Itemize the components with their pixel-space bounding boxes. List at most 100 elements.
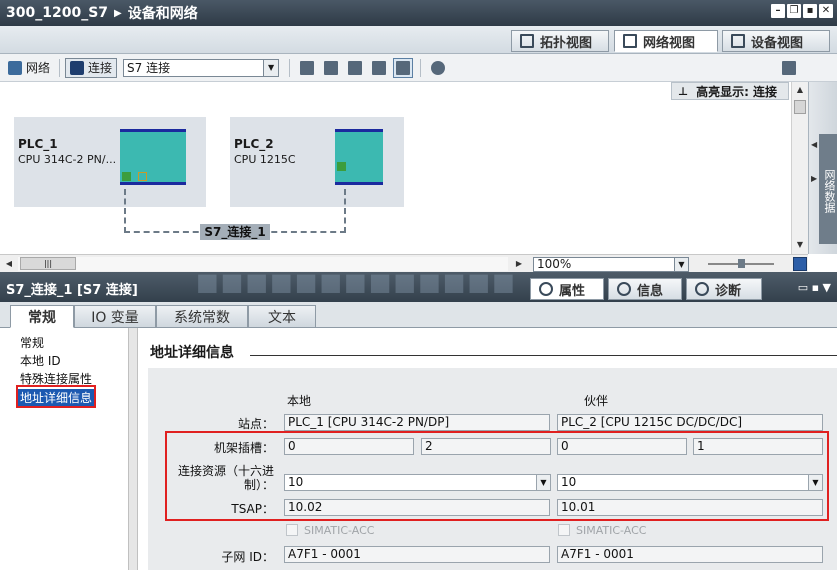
scroll-thumb[interactable]: |||	[20, 257, 76, 270]
breadcrumb-chevron-icon: ▶	[114, 7, 122, 19]
connection-mode-button[interactable]: 连接	[65, 57, 118, 78]
local-conn-resource-select[interactable]: 10 ▼	[284, 474, 551, 491]
rename-button[interactable]	[297, 58, 317, 78]
subtab-system-constants[interactable]: 系统常数	[156, 305, 248, 328]
local-conn-resource-value: 10	[288, 475, 304, 489]
nav-splitter[interactable]	[128, 328, 138, 570]
zoom-button[interactable]	[428, 58, 448, 78]
network-mode-label: 网络	[26, 61, 51, 75]
partner-slot-field[interactable]: 1	[693, 438, 823, 455]
float-button[interactable]: ▪	[803, 4, 817, 18]
expand-right-icon[interactable]: ▶	[811, 174, 817, 183]
tab-diagnostics[interactable]: 诊断	[686, 278, 762, 300]
project-name: 300_1200_S7	[6, 5, 109, 21]
nav-item-local-id[interactable]: 本地 ID	[20, 352, 61, 369]
subtab-general[interactable]: 常规	[10, 305, 74, 328]
partner-simatic-acc-checkbox[interactable]	[558, 524, 570, 536]
restore-button[interactable]: ❐	[787, 4, 801, 18]
network-mode-button[interactable]: 网络	[4, 58, 54, 78]
scroll-thumb[interactable]	[794, 100, 806, 114]
subtab-io-tags[interactable]: IO 变量	[74, 305, 156, 328]
rack-slot-label: 机架插槽：	[213, 441, 274, 455]
scroll-track[interactable]	[18, 257, 508, 271]
s7-connection-label[interactable]: S7_连接_1	[200, 224, 270, 240]
view-tabs: 拓扑视图 网络视图 设备视图	[0, 26, 837, 54]
column-header-partner: 伙伴	[584, 394, 609, 408]
overview-button[interactable]	[779, 58, 799, 78]
local-slot-field[interactable]: 2	[421, 438, 551, 455]
chevron-down-icon[interactable]: ▼	[263, 59, 279, 76]
info-icon	[617, 282, 631, 296]
column-header-local: 本地	[287, 394, 312, 408]
network-data-side-tab[interactable]: 网络数据	[819, 134, 837, 244]
tab-topology-view[interactable]: 拓扑视图	[511, 30, 609, 52]
chevron-down-icon[interactable]: ▼	[808, 475, 822, 490]
collapse-left-icon[interactable]: ◀	[811, 140, 817, 149]
connection-type-select[interactable]: S7 连接 ▼	[123, 58, 280, 77]
device-icon	[348, 60, 363, 75]
device-name: PLC_1	[18, 137, 58, 151]
inspector-window-controls-icon[interactable]: ▭ ▪ ▼	[798, 281, 831, 294]
partner-subnet-field: A7F1 - 0001	[557, 546, 823, 563]
zoom-select[interactable]: 100% ▼	[533, 257, 689, 272]
scroll-down-icon[interactable]: ▼	[793, 238, 807, 252]
section-divider	[250, 355, 837, 356]
device-properties-button[interactable]	[345, 58, 365, 78]
grid-icon	[372, 60, 387, 75]
connection-mode-label: 连接	[88, 61, 113, 75]
inspector-subtabs: 常规 IO 变量 系统常数 文本	[0, 302, 837, 328]
grid-button[interactable]	[369, 58, 389, 78]
section-name: 设备和网络	[127, 6, 198, 22]
layout-icon	[396, 60, 411, 75]
partner-rack-field[interactable]: 0	[557, 438, 687, 455]
connection-type-value: S7 连接	[127, 61, 171, 75]
device-name: PLC_2	[234, 137, 274, 151]
zoom-fit-button[interactable]	[793, 257, 807, 271]
local-simatic-acc-checkbox[interactable]	[286, 524, 298, 536]
chevron-down-icon[interactable]: ▼	[674, 258, 688, 271]
tab-network-view[interactable]: 网络视图	[614, 30, 718, 52]
rename-icon	[300, 60, 315, 75]
highlight-connection-bar[interactable]: ⊥ 高亮显示: 连接	[671, 82, 789, 100]
toolbar-divider	[420, 58, 422, 77]
close-button[interactable]: ✕	[819, 4, 833, 18]
network-canvas[interactable]: ⊥ 高亮显示: 连接 PLC_1 CPU 314C-2 PN/... PLC_2…	[0, 82, 808, 254]
partner-conn-resource-select[interactable]: 10 ▼	[557, 474, 823, 491]
local-station-field: PLC_1 [CPU 314C-2 PN/DP]	[284, 414, 550, 431]
subtab-texts[interactable]: 文本	[248, 305, 316, 328]
tab-info[interactable]: 信息	[608, 278, 682, 300]
scroll-right-icon[interactable]: ▶	[512, 257, 526, 271]
minimize-button[interactable]: –	[771, 4, 785, 18]
tab-label: 设备视图	[751, 35, 804, 51]
canvas-vertical-scrollbar[interactable]: ▲ ▼	[791, 82, 808, 254]
partner-simatic-acc-label: SIMATIC-ACC	[576, 524, 647, 537]
local-rack-field[interactable]: 0	[284, 438, 414, 455]
conn-resource-label-line2: 制）：	[243, 478, 274, 492]
local-subnet-field: A7F1 - 0001	[284, 546, 550, 563]
inspector-header: S7_连接_1 [S7 连接] 属性 信息 诊断 ▭ ▪ ▼	[0, 272, 837, 302]
scroll-up-icon[interactable]: ▲	[793, 83, 807, 97]
zoom-slider[interactable]	[708, 259, 774, 268]
network-toolbar: 网络 连接 S7 连接 ▼	[0, 54, 837, 82]
layout-toggle-button[interactable]	[393, 57, 414, 78]
properties-icon	[539, 282, 553, 296]
assign-icon	[324, 60, 339, 75]
tab-label: 网络视图	[643, 35, 696, 51]
highlight-frame	[16, 385, 96, 408]
tab-label: 诊断	[715, 283, 742, 299]
scroll-left-icon[interactable]: ◀	[2, 257, 16, 271]
toolbar-divider	[59, 58, 61, 77]
chevron-down-icon[interactable]: ▼	[536, 475, 550, 490]
station-label: 站点：	[237, 417, 274, 431]
assign-button[interactable]	[321, 58, 341, 78]
nav-item-general[interactable]: 常规	[20, 334, 44, 351]
zoom-slider-knob[interactable]	[738, 259, 745, 268]
inspector-nav: 常规 本地 ID 特殊连接属性 地址详细信息	[0, 328, 128, 570]
tab-device-view[interactable]: 设备视图	[722, 30, 830, 52]
inspector-title: S7_连接_1 [S7 连接]	[6, 283, 138, 298]
port-icon	[337, 162, 346, 171]
tab-label: 属性	[559, 283, 586, 299]
tab-properties[interactable]: 属性	[530, 278, 604, 300]
diagnostics-icon	[695, 282, 709, 296]
zoom-value: 100%	[537, 257, 572, 271]
